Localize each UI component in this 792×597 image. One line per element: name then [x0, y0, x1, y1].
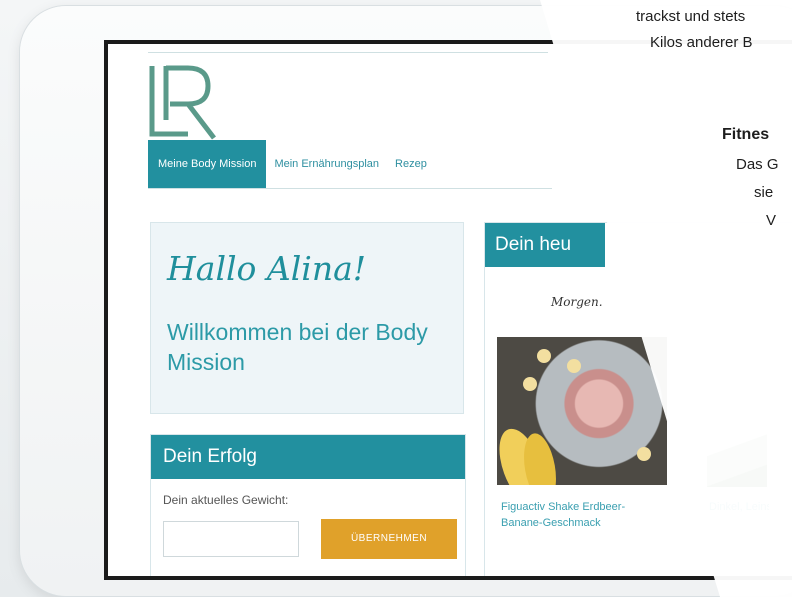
success-title: Dein Erfolg [151, 435, 465, 479]
apply-weight-button[interactable]: ÜBERNEHMEN [321, 519, 457, 559]
greeting-welcome: Willkommen bei der Body Mission [167, 319, 428, 375]
chip-shape [537, 349, 551, 363]
promo-line-3: Das G [736, 156, 779, 173]
shake-caption[interactable]: Figuactiv Shake Erdbeer-Banane-Geschmack [501, 499, 661, 531]
second-meal-caption[interactable]: Dinkel, Leinsamen Joghurt [709, 499, 769, 515]
success-card: Dein Erfolg Dein aktuelles Gewicht: ÜBER… [150, 434, 466, 576]
weight-input[interactable] [163, 521, 299, 557]
tablet-screen: Meine Body Mission Mein Ernährungsplan R… [104, 40, 792, 580]
promo-line-2: Kilos anderer B [650, 34, 753, 51]
plan-tab-label: Dein heu [485, 223, 605, 267]
promo-line-1: trackst und stets [636, 8, 746, 25]
nav-tab-body-mission[interactable]: Meine Body Mission [148, 140, 267, 188]
nav-tab-meal-plan[interactable]: Mein Ernährungsplan [266, 140, 387, 188]
plan-morning-label: Morgen. [551, 295, 603, 309]
header-divider [148, 52, 548, 53]
marketing-stage: Meine Body Mission Mein Ernährungsplan R… [0, 0, 792, 597]
weight-label: Dein aktuelles Gewicht: [163, 493, 289, 507]
nav-tab-recipes[interactable]: Rezep [387, 140, 435, 188]
nav-divider [148, 188, 552, 189]
lr-logo-icon [149, 65, 216, 140]
promo-line-4: sie [754, 184, 774, 201]
greeting-card: Hallo Alina! Willkommen bei der Body Mis… [150, 222, 464, 414]
chip-shape [637, 447, 651, 461]
daily-plan-card: Dein heu Morgen. Figuactiv Shake Erdbeer… [484, 222, 792, 576]
shake-photo[interactable] [497, 337, 667, 485]
chip-shape [567, 359, 581, 373]
greeting-hello: Hallo Alina! [167, 249, 367, 288]
chip-shape [523, 377, 537, 391]
promo-heading: Fitnes [722, 126, 770, 143]
promo-line-5: V [766, 212, 777, 229]
second-meal-photo[interactable] [707, 433, 767, 487]
main-navigation: Meine Body Mission Mein Ernährungsplan R… [148, 140, 552, 188]
